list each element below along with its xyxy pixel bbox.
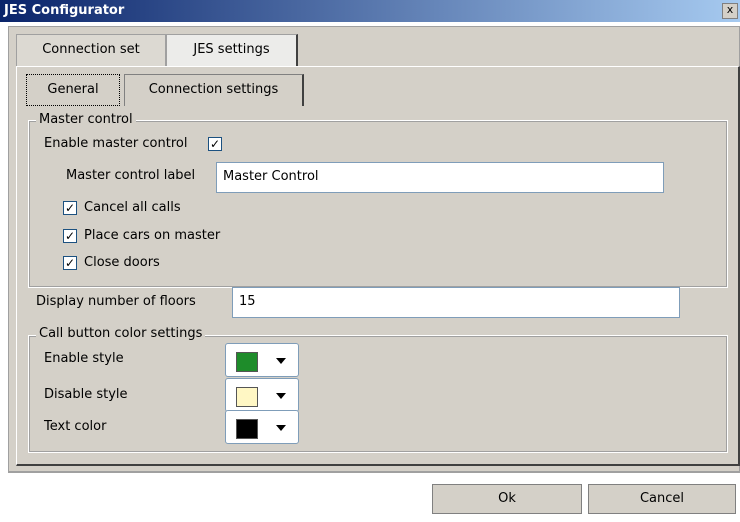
tab-label: JES settings (193, 42, 270, 57)
place-cars-on-master-checkbox[interactable]: ✓ (63, 229, 77, 243)
master-control-legend: Master control (36, 112, 136, 128)
color-swatch (236, 387, 258, 407)
close-icon[interactable]: x (722, 3, 738, 19)
call-button-color-legend: Call button color settings (36, 326, 206, 342)
tab-label: General (47, 82, 99, 97)
master-control-label-input[interactable]: Master Control (216, 162, 664, 193)
disable-style-label: Disable style (44, 387, 128, 402)
chevron-down-icon (276, 425, 286, 431)
enable-master-control-checkbox[interactable]: ✓ (208, 137, 222, 151)
call-button-color-group (28, 335, 728, 453)
tab-jes-settings[interactable]: JES settings (166, 34, 298, 68)
color-swatch (236, 419, 258, 439)
close-doors-label: Close doors (84, 255, 160, 270)
cancel-all-calls-label: Cancel all calls (84, 200, 181, 215)
window-title: JES Configurator (4, 3, 125, 18)
disable-style-color-dropdown[interactable] (225, 378, 299, 412)
close-doors-checkbox[interactable]: ✓ (63, 256, 77, 270)
master-control-label-caption: Master control label (66, 168, 196, 183)
chevron-down-icon (276, 393, 286, 399)
tab-connection-set[interactable]: Connection set (16, 34, 166, 67)
tab-general[interactable]: General (26, 74, 120, 106)
tab-connection-settings[interactable]: Connection settings (124, 74, 304, 106)
cancel-all-calls-checkbox[interactable]: ✓ (63, 201, 77, 215)
enable-style-label: Enable style (44, 351, 124, 366)
ok-button[interactable]: Ok (432, 484, 582, 514)
place-cars-on-master-label: Place cars on master (84, 228, 221, 243)
display-floors-label: Display number of floors (36, 294, 196, 309)
text-color-dropdown[interactable] (225, 410, 299, 444)
tab-label: Connection set (42, 42, 140, 57)
enable-style-color-dropdown[interactable] (225, 343, 299, 377)
cancel-button[interactable]: Cancel (588, 484, 736, 514)
chevron-down-icon (276, 358, 286, 364)
text-color-label: Text color (44, 419, 107, 434)
title-bar: JES Configurator x (0, 0, 740, 22)
display-floors-input[interactable]: 15 (232, 287, 680, 318)
enable-master-control-label: Enable master control (44, 136, 188, 151)
tab-label: Connection settings (148, 82, 279, 97)
color-swatch (236, 352, 258, 372)
